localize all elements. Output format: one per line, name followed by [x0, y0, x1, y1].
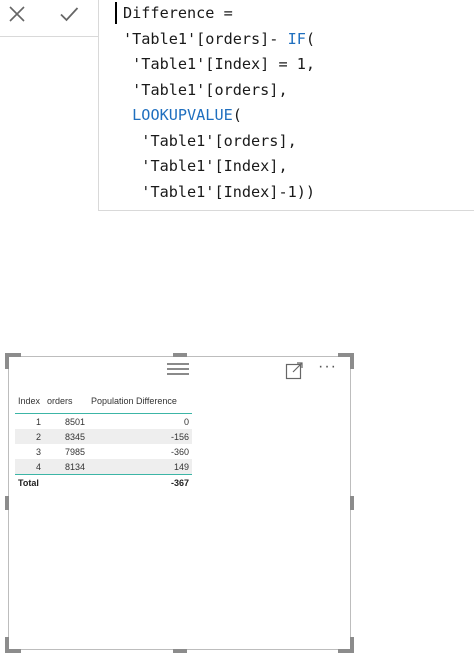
formula-line: 'Table1'[Index] = 1,	[123, 55, 315, 73]
cell-difference: 149	[88, 459, 192, 475]
formula-text: 'Table1'[orders]-	[123, 29, 288, 48]
cell-index: 1	[35, 416, 41, 427]
resize-handle-top-left[interactable]	[5, 353, 21, 369]
checkmark-icon[interactable]	[57, 2, 81, 26]
close-x-icon[interactable]	[5, 2, 29, 26]
table-row: 4 8134 149	[15, 459, 192, 475]
cell-index: 3	[35, 446, 41, 457]
resize-handle-left[interactable]	[5, 496, 9, 510]
total-row: Total -367	[15, 475, 192, 491]
formula-text: 'Table1'[orders],	[132, 80, 288, 99]
formula-text: Difference =	[123, 4, 233, 22]
column-header-population-difference[interactable]: Population Difference	[88, 393, 192, 414]
data-table: Index orders Population Difference 1 850…	[15, 393, 192, 490]
formula-text: 'Table1'[Index],	[141, 157, 288, 175]
table-visual[interactable]: ··· Index orders Population Difference 1…	[5, 353, 354, 653]
drag-handle-icon[interactable]	[167, 363, 189, 375]
cell-orders: 8134	[44, 459, 88, 475]
total-label: Total	[18, 477, 39, 488]
dax-function-keyword: LOOKUPVALUE	[132, 106, 233, 124]
formula-text: 'Table1'[orders],	[141, 131, 297, 150]
total-orders	[44, 475, 88, 491]
cell-difference: 0	[183, 416, 189, 427]
cell-difference: -360	[170, 446, 189, 457]
more-options-icon[interactable]: ···	[318, 358, 337, 376]
column-header-index[interactable]: Index	[15, 393, 44, 414]
cell-index: 2	[15, 429, 44, 444]
table-row: 1 8501 0	[15, 414, 192, 430]
dax-function-keyword: IF	[287, 29, 306, 48]
resize-handle-right[interactable]	[350, 496, 354, 510]
focus-mode-icon[interactable]	[285, 361, 304, 380]
formula-line: Difference =	[123, 4, 233, 22]
formula-text: (	[232, 106, 242, 124]
cell-index: 4	[15, 459, 44, 475]
formula-line: 'Table1'[orders],	[123, 80, 288, 99]
formula-line: 'Table1'[Index]-1))	[123, 183, 315, 201]
total-difference: -367	[170, 477, 189, 488]
dax-formula[interactable]: Difference = 'Table1'[orders]- IF( 'Tabl…	[123, 1, 315, 205]
text-cursor	[115, 2, 117, 24]
cell-orders: 7985	[64, 446, 85, 457]
formula-line: 'Table1'[orders],	[123, 131, 297, 150]
cell-orders: 8345	[44, 429, 88, 444]
formula-editor[interactable]: Difference = 'Table1'[orders]- IF( 'Tabl…	[98, 0, 474, 211]
formula-line: 'Table1'[orders]- IF(	[123, 30, 315, 48]
cell-difference: -156	[88, 429, 192, 444]
formula-line: LOOKUPVALUE(	[123, 106, 242, 124]
table-row: 2 8345 -156	[15, 429, 192, 444]
resize-handle-top[interactable]	[173, 353, 187, 357]
resize-handle-top-right[interactable]	[338, 353, 354, 369]
formula-line: 'Table1'[Index],	[123, 157, 288, 175]
resize-handle-bottom[interactable]	[173, 649, 187, 653]
formula-text: 'Table1'[Index]-1))	[141, 182, 316, 201]
column-header-orders[interactable]: orders	[44, 393, 88, 414]
formula-text: (	[305, 29, 316, 48]
formula-bar-actions	[0, 0, 99, 37]
table-row: 3 7985 -360	[15, 444, 192, 459]
cell-orders: 8501	[64, 416, 85, 427]
formula-text: 'Table1'[Index] = 1,	[132, 55, 316, 73]
